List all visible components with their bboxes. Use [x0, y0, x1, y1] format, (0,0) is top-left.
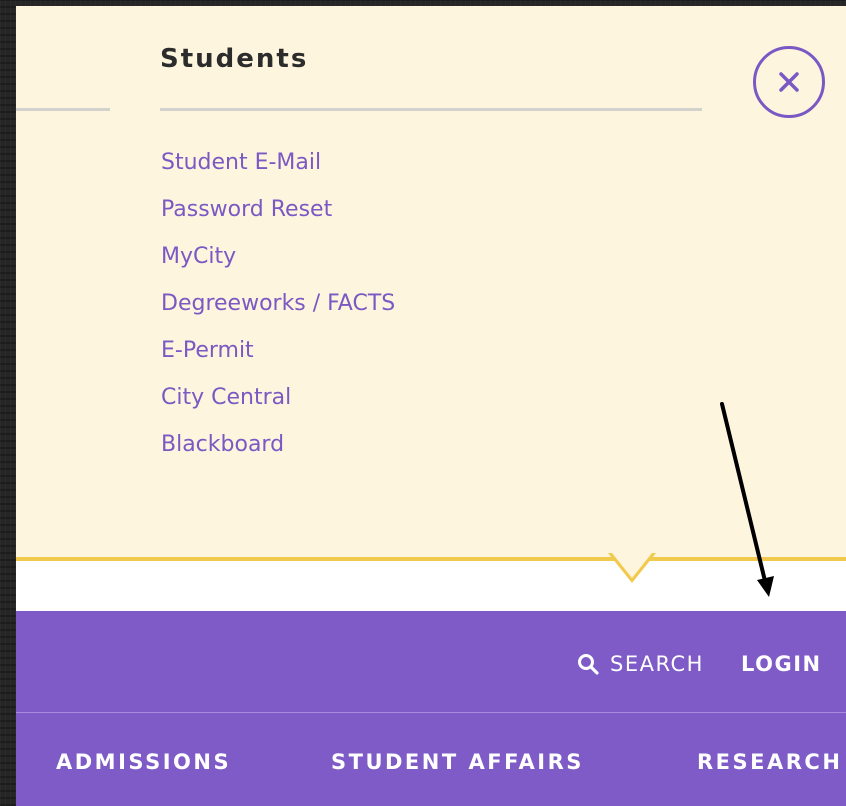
- search-label: SEARCH: [610, 652, 704, 676]
- list-item: Student E-Mail: [161, 148, 395, 195]
- link-student-email[interactable]: Student E-Mail: [161, 150, 321, 175]
- heading-divider: [160, 108, 702, 111]
- list-item: Blackboard: [161, 430, 395, 477]
- list-item: MyCity: [161, 242, 395, 289]
- login-label: LOGIN: [741, 652, 822, 676]
- link-e-permit[interactable]: E-Permit: [161, 338, 254, 363]
- dropdown-heading: Students: [160, 44, 309, 74]
- list-item: Password Reset: [161, 195, 395, 242]
- link-blackboard[interactable]: Blackboard: [161, 432, 284, 457]
- nav-item-research[interactable]: RESEARCH: [697, 750, 842, 774]
- navbar-divider: [16, 712, 846, 713]
- list-item: E-Permit: [161, 336, 395, 383]
- site-navbar: [16, 611, 846, 806]
- list-item: Degreeworks / FACTS: [161, 289, 395, 336]
- search-button[interactable]: SEARCH: [577, 648, 704, 680]
- list-item: City Central: [161, 383, 395, 430]
- nav-item-admissions[interactable]: ADMISSIONS: [56, 750, 231, 774]
- search-icon: [578, 654, 599, 675]
- previous-column-divider: [16, 108, 110, 111]
- link-password-reset[interactable]: Password Reset: [161, 197, 332, 222]
- link-degreeworks-facts[interactable]: Degreeworks / FACTS: [161, 291, 395, 316]
- link-city-central[interactable]: City Central: [161, 385, 291, 410]
- dropdown-pointer-fill: [612, 553, 652, 578]
- close-button[interactable]: [753, 46, 825, 118]
- link-mycity[interactable]: MyCity: [161, 244, 236, 269]
- student-links-list: Student E-Mail Password Reset MyCity Deg…: [161, 148, 395, 477]
- arrow-down-icon: [720, 402, 774, 597]
- close-circle-icon: [779, 72, 799, 92]
- login-button[interactable]: LOGIN: [741, 648, 822, 680]
- nav-item-student-affairs[interactable]: STUDENT AFFAIRS: [331, 750, 584, 774]
